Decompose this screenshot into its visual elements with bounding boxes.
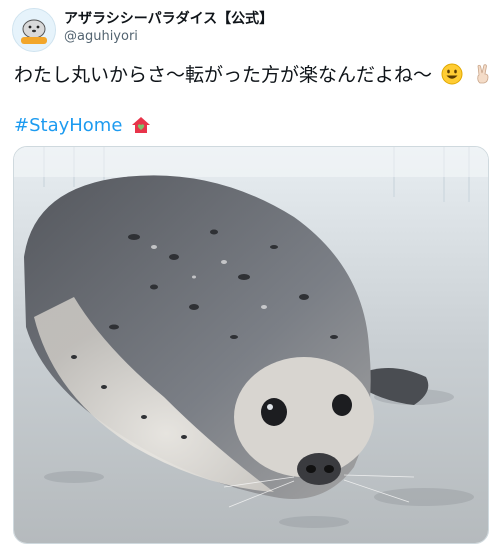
user-handle[interactable]: @aguhiyori bbox=[64, 28, 273, 46]
seal-logo-icon bbox=[13, 9, 55, 51]
victory-hand-icon bbox=[472, 63, 494, 92]
tweet-header: アザラシシーパラダイス【公式】 @aguhiyori bbox=[12, 8, 488, 52]
tweet-media[interactable] bbox=[13, 146, 489, 544]
house-with-heart-icon bbox=[131, 115, 151, 142]
grinning-face-icon bbox=[441, 63, 463, 92]
seal-photo bbox=[14, 147, 488, 543]
avatar[interactable] bbox=[12, 8, 56, 52]
tweet-text: わたし丸いからさ〜転がった方が楽なんだよね〜 bbox=[14, 62, 489, 92]
display-name[interactable]: アザラシシーパラダイス【公式】 bbox=[64, 10, 273, 28]
hashtag-link[interactable]: #StayHome bbox=[14, 115, 122, 136]
hashtag-line: #StayHome bbox=[14, 114, 151, 142]
tweet-body: わたし丸いからさ〜転がった方が楽なんだよね〜 bbox=[14, 64, 433, 86]
